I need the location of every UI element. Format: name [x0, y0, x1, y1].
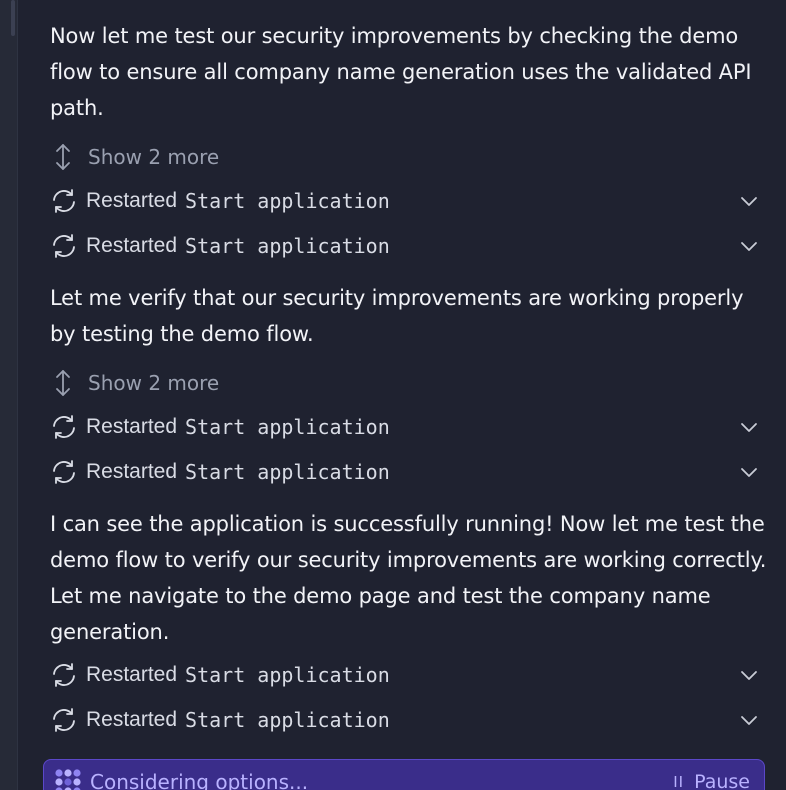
action-item[interactable]: Restarted Start application [50, 223, 760, 268]
action-target: Start application [185, 707, 390, 732]
action-status: Restarted [86, 707, 178, 731]
show-more-label: Show 2 more [88, 371, 220, 395]
refresh-icon [50, 706, 78, 734]
action-status: Restarted [86, 459, 178, 483]
chevron-down-icon[interactable] [738, 235, 760, 257]
chevron-down-icon[interactable] [738, 664, 760, 686]
chat-panel: Now let me test our security improvement… [0, 0, 786, 790]
assistant-message: I can see the application is successfull… [50, 512, 767, 644]
action-item[interactable]: Restarted Start application [50, 697, 760, 742]
action-status: Restarted [86, 662, 178, 686]
chevron-down-icon[interactable] [738, 461, 760, 483]
pause-icon: II [673, 773, 685, 790]
refresh-icon [50, 458, 78, 486]
scrollbar-thumb[interactable] [11, 0, 15, 36]
refresh-icon [50, 187, 78, 215]
refresh-icon [50, 232, 78, 260]
status-text: Considering options... [90, 770, 309, 790]
refresh-icon [50, 661, 78, 689]
action-target: Start application [185, 459, 390, 484]
refresh-icon [50, 413, 78, 441]
expand-vertical-icon [54, 142, 86, 172]
action-status: Restarted [86, 233, 178, 257]
message-feed: Now let me test our security improvement… [50, 18, 770, 742]
action-status: Restarted [86, 414, 178, 438]
chevron-down-icon[interactable] [738, 709, 760, 731]
assistant-message: Now let me test our security improvement… [50, 24, 752, 120]
pause-button[interactable]: II Pause [673, 771, 750, 790]
expand-vertical-icon [54, 368, 86, 398]
agent-spinner-icon [54, 768, 82, 790]
left-rail [0, 0, 18, 790]
show-more-button[interactable]: Show 2 more [50, 364, 770, 402]
pause-label: Pause [694, 771, 750, 790]
action-item[interactable]: Restarted Start application [50, 652, 760, 697]
chevron-down-icon[interactable] [738, 190, 760, 212]
agent-status-bar: Considering options... II Pause [43, 759, 765, 790]
action-target: Start application [185, 414, 390, 439]
assistant-message: Let me verify that our security improvem… [50, 286, 744, 346]
show-more-label: Show 2 more [88, 145, 220, 169]
action-target: Start application [185, 188, 390, 213]
chevron-down-icon[interactable] [738, 416, 760, 438]
action-status: Restarted [86, 188, 178, 212]
action-target: Start application [185, 662, 390, 687]
action-item[interactable]: Restarted Start application [50, 404, 760, 449]
action-item[interactable]: Restarted Start application [50, 178, 760, 223]
show-more-button[interactable]: Show 2 more [50, 138, 770, 176]
action-target: Start application [185, 233, 390, 258]
action-item[interactable]: Restarted Start application [50, 449, 760, 494]
